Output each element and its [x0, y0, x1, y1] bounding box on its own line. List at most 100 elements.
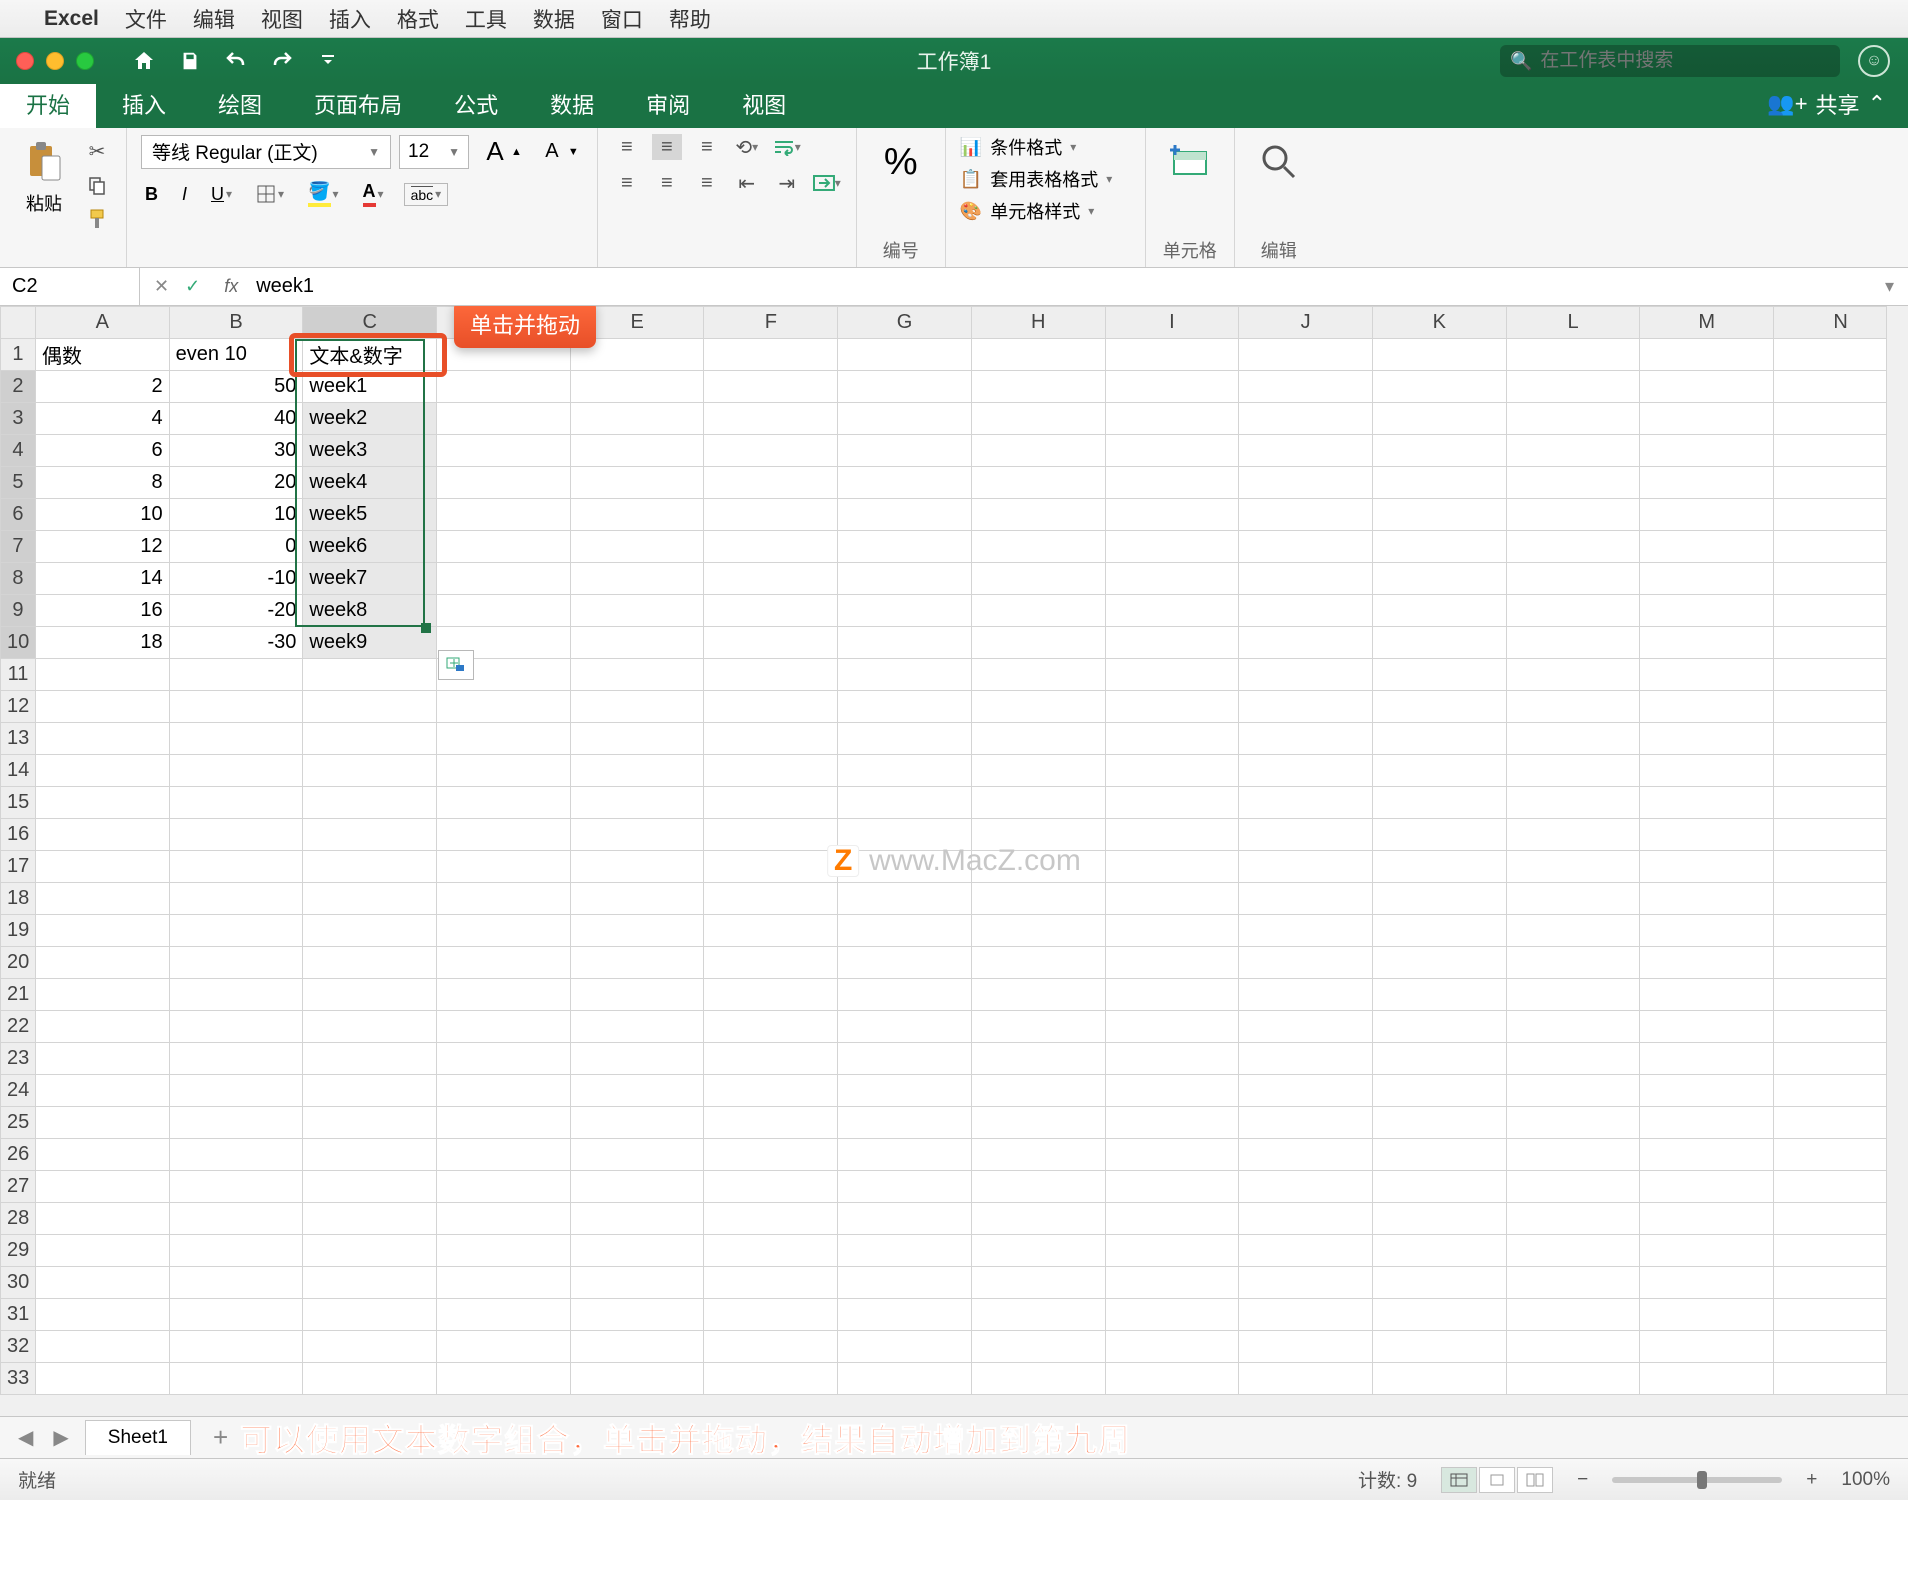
cell[interactable] [1239, 339, 1373, 371]
cell[interactable] [169, 819, 303, 851]
cell[interactable] [1506, 1171, 1640, 1203]
cell[interactable] [838, 627, 972, 659]
cell[interactable] [971, 1171, 1105, 1203]
cell[interactable]: 文本&数字 [303, 339, 437, 371]
maximize-window-button[interactable] [76, 52, 94, 70]
row-header[interactable]: 14 [1, 755, 36, 787]
cell[interactable] [971, 787, 1105, 819]
zoom-in-button[interactable]: + [1806, 1469, 1817, 1491]
cell[interactable] [437, 1267, 571, 1299]
cell[interactable] [971, 883, 1105, 915]
cell[interactable] [1506, 691, 1640, 723]
cell[interactable] [1239, 1011, 1373, 1043]
cell[interactable]: week9 [303, 627, 437, 659]
cell[interactable] [1239, 1043, 1373, 1075]
cell[interactable] [437, 1107, 571, 1139]
cell[interactable] [437, 1043, 571, 1075]
cell[interactable] [1373, 947, 1507, 979]
cell[interactable] [1373, 499, 1507, 531]
column-header[interactable]: J [1239, 307, 1373, 339]
cell[interactable] [1373, 371, 1507, 403]
cell[interactable] [1640, 1203, 1774, 1235]
cell[interactable] [437, 1363, 571, 1395]
cell[interactable] [1373, 1171, 1507, 1203]
cell[interactable] [1506, 915, 1640, 947]
cell[interactable] [570, 883, 704, 915]
cell[interactable] [437, 851, 571, 883]
cell[interactable] [1105, 1363, 1239, 1395]
cell[interactable] [169, 1171, 303, 1203]
cell[interactable] [1506, 979, 1640, 1011]
cell[interactable] [838, 723, 972, 755]
cell[interactable] [303, 947, 437, 979]
row-header[interactable]: 27 [1, 1171, 36, 1203]
cell[interactable] [570, 371, 704, 403]
cell[interactable] [971, 339, 1105, 371]
tab-data[interactable]: 数据 [524, 80, 620, 128]
cell[interactable] [838, 851, 972, 883]
cell[interactable] [1105, 659, 1239, 691]
cell[interactable] [838, 1235, 972, 1267]
cell[interactable] [437, 819, 571, 851]
cell[interactable] [1506, 371, 1640, 403]
cell[interactable] [704, 1107, 838, 1139]
cell[interactable] [704, 499, 838, 531]
cell[interactable] [971, 467, 1105, 499]
cell[interactable] [1373, 1011, 1507, 1043]
cell[interactable] [1640, 1171, 1774, 1203]
cell[interactable] [704, 371, 838, 403]
undo-icon[interactable] [222, 47, 250, 75]
cell[interactable] [1506, 1235, 1640, 1267]
cell[interactable] [169, 1139, 303, 1171]
cell[interactable] [1640, 1235, 1774, 1267]
cell[interactable] [971, 1267, 1105, 1299]
cell[interactable]: week1 [303, 371, 437, 403]
cell[interactable] [570, 755, 704, 787]
cell[interactable]: 8 [35, 467, 169, 499]
cell[interactable] [1640, 339, 1774, 371]
cell[interactable] [1640, 1139, 1774, 1171]
cell[interactable]: 2 [35, 371, 169, 403]
column-header[interactable]: C [303, 307, 437, 339]
cell[interactable] [570, 1235, 704, 1267]
cell[interactable] [303, 787, 437, 819]
cell[interactable] [1506, 627, 1640, 659]
cell[interactable] [1105, 819, 1239, 851]
cell[interactable] [303, 1075, 437, 1107]
decrease-indent-button[interactable]: ⇤ [732, 170, 762, 196]
page-break-view-button[interactable] [1517, 1467, 1553, 1493]
cell[interactable] [169, 851, 303, 883]
cell[interactable] [35, 1107, 169, 1139]
tab-page-layout[interactable]: 页面布局 [288, 80, 428, 128]
cell[interactable] [1239, 1267, 1373, 1299]
cell[interactable] [437, 755, 571, 787]
cell[interactable] [1506, 851, 1640, 883]
cell[interactable] [1640, 1011, 1774, 1043]
cell[interactable] [1640, 1043, 1774, 1075]
format-as-table-button[interactable]: 📋套用表格格式▾ [960, 166, 1112, 192]
cell[interactable] [704, 1203, 838, 1235]
cell[interactable] [838, 1331, 972, 1363]
cell[interactable] [971, 1203, 1105, 1235]
row-header[interactable]: 6 [1, 499, 36, 531]
menu-help[interactable]: 帮助 [669, 4, 711, 34]
cell[interactable] [838, 371, 972, 403]
feedback-smiley-icon[interactable]: ☺ [1858, 45, 1890, 77]
horizontal-scrollbar[interactable] [0, 1394, 1908, 1416]
cell[interactable] [437, 1235, 571, 1267]
cell[interactable] [169, 1011, 303, 1043]
cell[interactable] [1239, 595, 1373, 627]
cell[interactable] [1239, 1171, 1373, 1203]
bold-button[interactable]: B [141, 182, 162, 207]
cell[interactable] [1506, 1299, 1640, 1331]
cell[interactable] [1640, 851, 1774, 883]
row-header[interactable]: 1 [1, 339, 36, 371]
find-button[interactable] [1249, 134, 1309, 190]
cell[interactable] [35, 1299, 169, 1331]
cell[interactable] [971, 1139, 1105, 1171]
cell[interactable] [1239, 563, 1373, 595]
font-name-select[interactable]: 等线 Regular (正文)▼ [141, 135, 391, 169]
cell[interactable] [704, 627, 838, 659]
cell[interactable] [303, 1171, 437, 1203]
wrap-text-button[interactable]: ▾ [772, 134, 802, 160]
